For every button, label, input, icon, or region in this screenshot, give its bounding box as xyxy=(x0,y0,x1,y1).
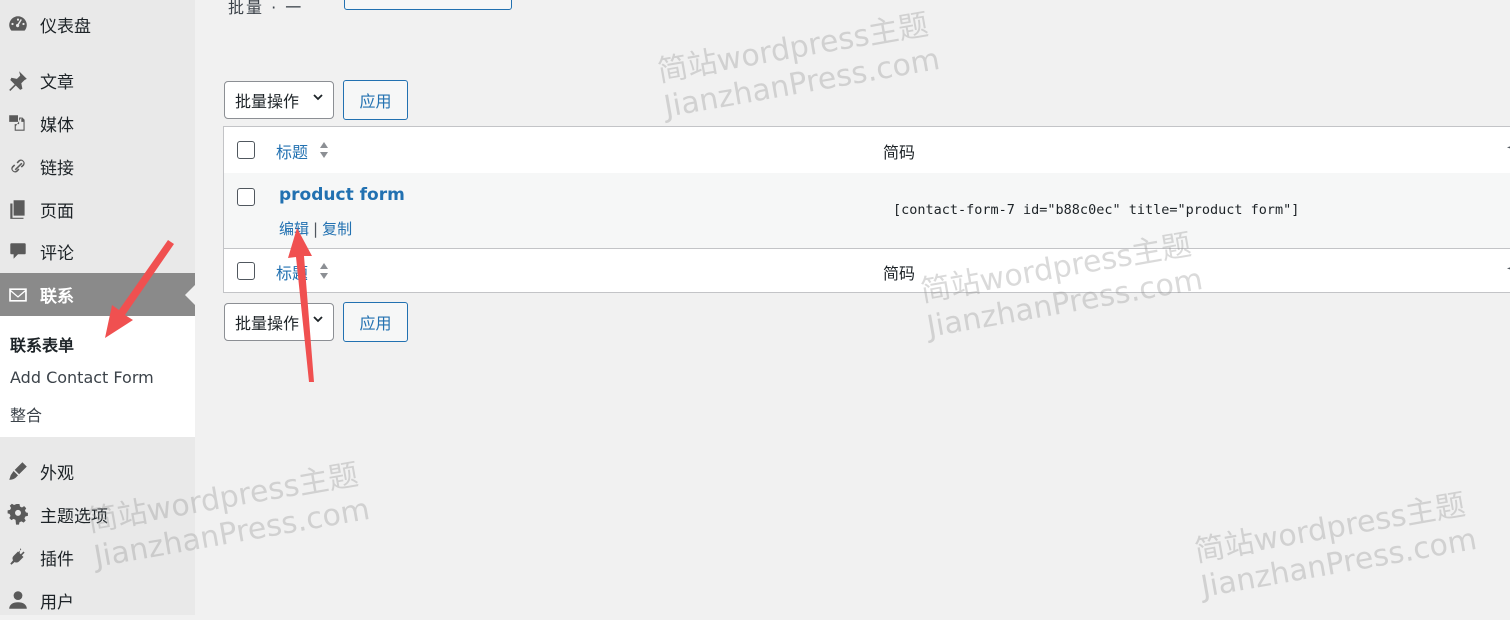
table-header-row: 标题 简码 ◄ xyxy=(224,127,1510,174)
chevron-down-icon xyxy=(313,316,323,323)
media-icon xyxy=(5,112,31,134)
sort-icon[interactable] xyxy=(318,261,330,281)
mail-icon xyxy=(5,284,31,306)
menu-label: 外观 xyxy=(40,463,74,484)
menu-item-contact[interactable]: 联系 xyxy=(0,273,195,316)
dashboard-icon xyxy=(5,13,31,35)
page-icon xyxy=(5,198,31,220)
pin-icon xyxy=(5,69,31,91)
menu-label: 评论 xyxy=(40,243,74,264)
menu-item-dashboard[interactable]: 仪表盘 xyxy=(0,4,195,44)
link-icon xyxy=(5,155,31,177)
menu-label: 链接 xyxy=(40,158,74,179)
action-separator: | xyxy=(313,220,319,238)
menu-label: 页面 xyxy=(40,201,74,222)
gear-icon xyxy=(5,503,31,525)
duplicate-link[interactable]: 复制 xyxy=(322,220,352,238)
row-checkbox[interactable] xyxy=(237,188,255,206)
select-all-checkbox[interactable] xyxy=(237,141,255,159)
contact-submenu: 联系表单 Add Contact Form 整合 xyxy=(0,316,195,437)
menu-item-links[interactable]: 链接 xyxy=(0,146,195,186)
menu-item-appearance[interactable]: 外观 xyxy=(0,451,195,491)
top-cut-input[interactable] xyxy=(344,0,512,10)
menu-label: 用户 xyxy=(40,592,74,613)
plug-icon xyxy=(5,546,31,568)
submenu-contact-forms[interactable]: 联系表单 xyxy=(10,332,74,356)
menu-label: 主题选项 xyxy=(40,506,108,527)
brush-icon xyxy=(5,460,31,482)
column-title-footer[interactable]: 标题 xyxy=(276,260,308,284)
menu-item-theme-options[interactable]: 主题选项 xyxy=(0,494,195,534)
submenu-add-contact-form[interactable]: Add Contact Form xyxy=(10,368,154,387)
watermark: 简站wordpress主题 JianzhanPress.com xyxy=(655,7,943,125)
user-icon xyxy=(5,589,31,611)
menu-label: 插件 xyxy=(40,549,74,570)
top-cut-text: 批量 · 一 xyxy=(228,0,304,17)
menu-item-users[interactable]: 用户 xyxy=(0,580,195,620)
select-all-checkbox-footer[interactable] xyxy=(237,262,255,280)
menu-item-comments[interactable]: 评论 xyxy=(0,231,195,271)
table-row: product form 编辑 | 复制 [contact-form-7 id="b… xyxy=(224,173,1510,248)
sort-icon[interactable] xyxy=(318,140,330,160)
submenu-integration[interactable]: 整合 xyxy=(10,402,42,426)
admin-sidebar: 仪表盘 文章 媒体 链接 页面 评论 联系 联系表单 Add Contact F… xyxy=(0,0,195,615)
menu-label: 仪表盘 xyxy=(40,16,91,37)
column-shortcode-footer: 简码 xyxy=(883,264,916,283)
menu-label: 联系 xyxy=(40,287,74,307)
chevron-down-icon xyxy=(313,94,323,101)
active-menu-pointer xyxy=(185,284,195,305)
watermark: 简站wordpress主题 JianzhanPress.com xyxy=(1192,487,1480,605)
menu-label: 文章 xyxy=(40,72,74,93)
menu-item-plugins[interactable]: 插件 xyxy=(0,537,195,577)
edit-link[interactable]: 编辑 xyxy=(279,220,309,238)
shortcode-value: [contact-form-7 id="b88c0ec" title="prod… xyxy=(893,202,1300,218)
form-title-link[interactable]: product form xyxy=(279,185,405,205)
bulk-action-select-bottom[interactable]: 批量操作 xyxy=(224,303,334,341)
menu-item-media[interactable]: 媒体 xyxy=(0,103,195,143)
bulk-action-select-top[interactable]: 批量操作 xyxy=(224,81,334,119)
menu-label: 媒体 xyxy=(40,115,74,136)
bulk-action-label: 批量操作 xyxy=(235,92,300,111)
table-footer-row: 标题 简码 ◄ xyxy=(224,248,1510,293)
bulk-action-label: 批量操作 xyxy=(235,314,300,333)
column-shortcode-header: 简码 xyxy=(883,143,916,162)
apply-button-top[interactable]: 应用 xyxy=(343,80,408,120)
comment-icon xyxy=(5,240,31,262)
menu-item-posts[interactable]: 文章 xyxy=(0,60,195,100)
apply-button-bottom[interactable]: 应用 xyxy=(343,302,408,342)
contact-forms-table: 标题 简码 ◄ product form 编辑|复制 [contact-form… xyxy=(223,126,1510,293)
row-actions: 编辑 | 复制 xyxy=(279,218,352,239)
column-title-header[interactable]: 标题 xyxy=(276,139,308,163)
menu-item-pages[interactable]: 页面 xyxy=(0,189,195,229)
